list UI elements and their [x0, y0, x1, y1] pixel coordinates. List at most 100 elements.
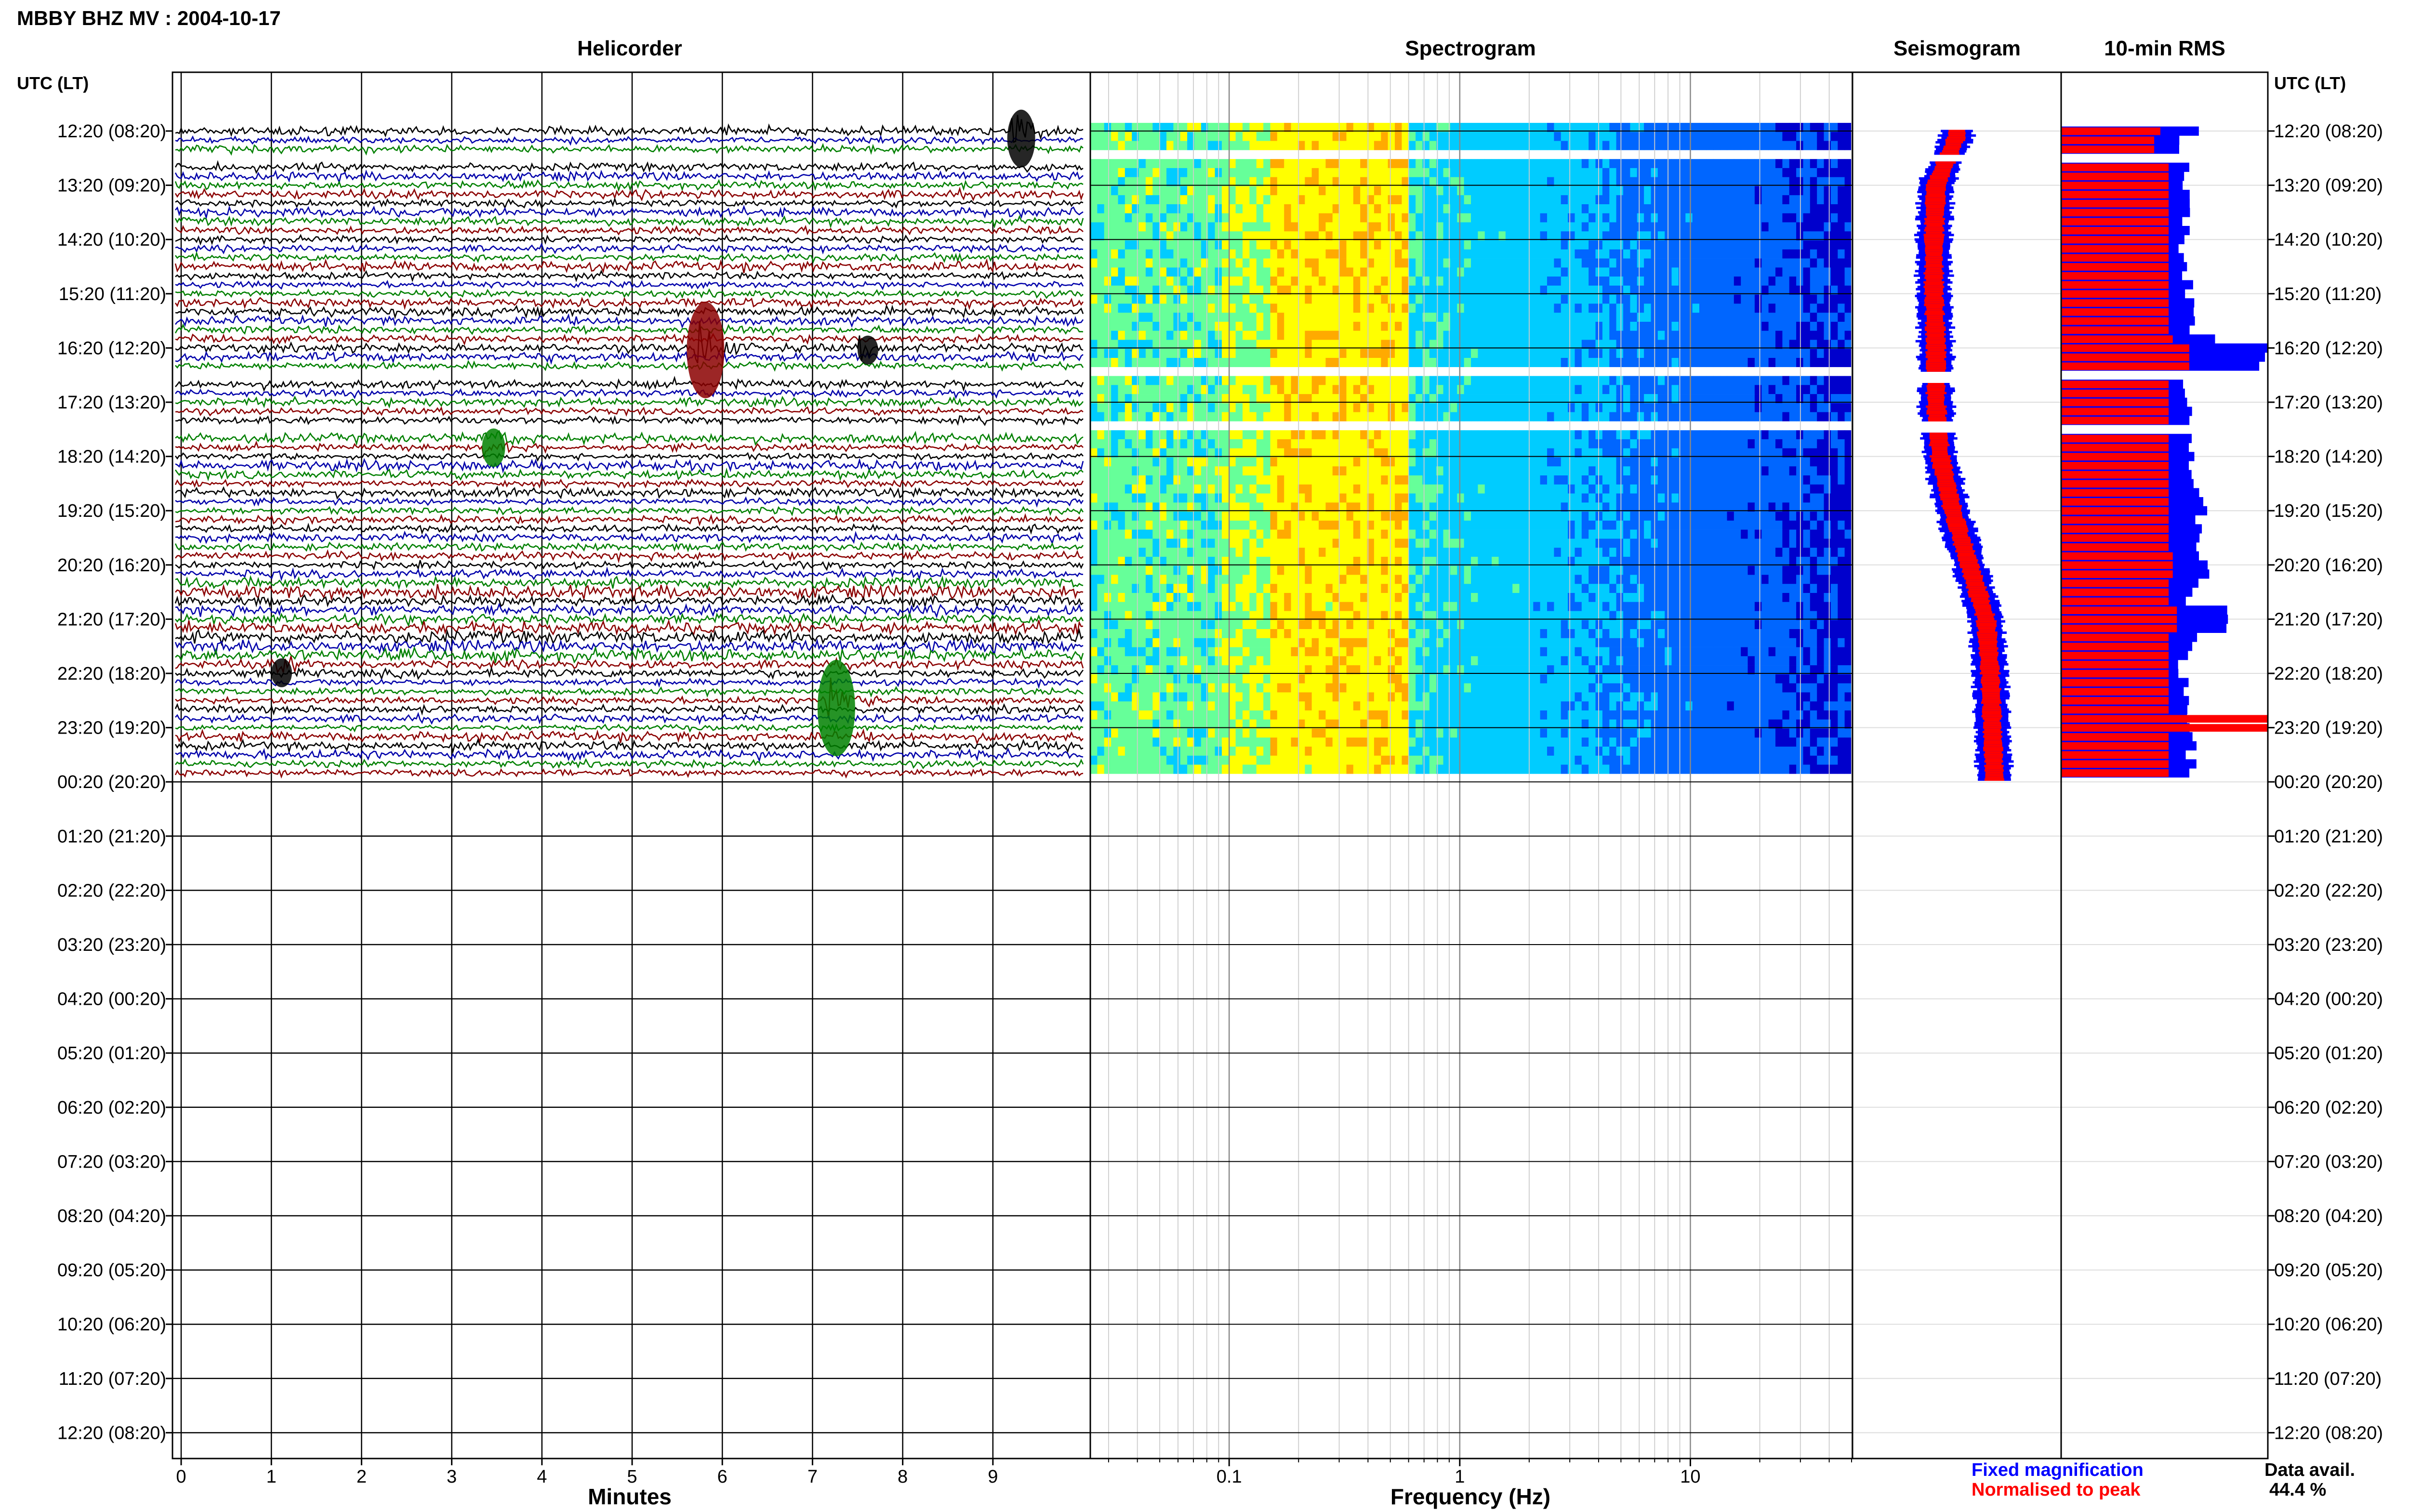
helicorder-tick-label: 6: [717, 1467, 728, 1487]
helicorder-trace: [175, 288, 1084, 299]
time-label-right: 01:20 (21:20): [2274, 827, 2383, 847]
data-avail-label: Data avail.: [2264, 1460, 2355, 1480]
time-label-left: 04:20 (00:20): [57, 989, 166, 1010]
helicorder-trace: [174, 323, 1084, 337]
helicorder-tick-label: 7: [807, 1467, 818, 1487]
helicorder-title: Helicorder: [577, 37, 682, 60]
legend-fixed: Fixed magnification: [1972, 1460, 2144, 1480]
helicorder-trace: [175, 350, 1084, 365]
helicorder-trace: [175, 332, 1084, 346]
time-label-right: 00:20 (20:20): [2274, 772, 2383, 792]
seismic-dashboard: MBBY BHZ MV : 2004-10-17 Helicorder Spec…: [0, 0, 2409, 1512]
time-label-left: 05:20 (01:20): [57, 1043, 166, 1064]
spectrogram-panel: [1090, 72, 1853, 1459]
helicorder-trace: [174, 313, 1084, 329]
time-label-right: 09:20 (05:20): [2274, 1261, 2383, 1281]
rms-normalised-bar: [2061, 751, 2169, 759]
seismic-event: [482, 428, 505, 467]
helicorder-trace: [174, 593, 1084, 609]
time-label-left: 00:20 (20:20): [57, 772, 166, 792]
rms-normalised-bar: [2061, 516, 2169, 524]
time-label-left: 21:20 (17:20): [57, 609, 166, 630]
rms-normalised-bar: [2061, 344, 2189, 352]
time-label-left: 10:20 (06:20): [57, 1315, 166, 1335]
time-label-left: 14:20 (10:20): [57, 230, 166, 250]
time-label-left: 16:20 (12:20): [57, 338, 166, 358]
time-label-right: 22:20 (18:20): [2274, 664, 2383, 684]
helicorder-trace: [175, 406, 1084, 417]
helicorder-trace: [174, 677, 1084, 689]
time-label-right: 08:20 (04:20): [2274, 1206, 2383, 1226]
rms-normalised-bar: [2061, 552, 2173, 560]
rms-normalised-bar: [2061, 191, 2169, 198]
helicorder-trace: [174, 638, 1084, 656]
rms-normalised-bar: [2061, 227, 2169, 235]
helicorder-x-axis: 0123456789: [176, 1459, 998, 1487]
rms-normalised-bar: [2061, 643, 2169, 651]
rms-normalised-bar: [2061, 335, 2173, 343]
helicorder-trace: [175, 513, 1084, 526]
rms-normalised-bar: [2061, 272, 2169, 280]
helicorder-trace: [174, 258, 1084, 274]
helicorder-trace: [174, 612, 1084, 628]
helicorder-trace: [175, 304, 1084, 319]
helicorder-trace: [175, 530, 1084, 545]
rms-normalised-bar: [2061, 254, 2169, 262]
helicorder-trace: [174, 703, 1084, 716]
helicorder-trace: [175, 747, 1084, 763]
helicorder-trace: [175, 242, 1084, 255]
rms-normalised-bar: [2061, 389, 2169, 397]
rms-normalised-bar: [2061, 136, 2155, 145]
rms-normalised-bar: [2061, 453, 2169, 460]
time-label-left: 13:20 (09:20): [57, 176, 166, 196]
rms-normalised-bar: [2061, 679, 2169, 687]
rms-normalised-bar: [2061, 326, 2169, 334]
rms-normalised-bar: [2061, 597, 2169, 605]
rms-normalised-bar: [2061, 561, 2173, 569]
helicorder-trace: [174, 224, 1084, 237]
helicorder-trace: [174, 768, 1084, 779]
rms-normalised-bar: [2061, 733, 2169, 741]
time-label-left: 20:20 (16:20): [57, 555, 166, 576]
rms-normalised-bar: [2061, 670, 2169, 678]
time-label-right: 23:20 (19:20): [2274, 718, 2383, 738]
rms-normalised-bar: [2061, 543, 2169, 551]
time-label-left: 12:20 (08:20): [57, 121, 166, 142]
rms-normalised-bar: [2061, 534, 2169, 542]
helicorder-trace: [175, 602, 1084, 619]
rms-normalised-bar: [2061, 624, 2177, 632]
seismogram-frame: [1852, 71, 2062, 1459]
time-label-left: 17:20 (13:20): [57, 393, 166, 413]
seismic-event: [1007, 109, 1035, 168]
time-label-right: 06:20 (02:20): [2274, 1098, 2383, 1118]
helicorder-trace: [174, 186, 1084, 202]
helicorder-trace: [175, 415, 1084, 426]
rms-normalised-bar: [2061, 245, 2169, 253]
helicorder-trace: [174, 251, 1084, 263]
rms-normalised-bar: [2061, 588, 2169, 596]
rms-normalised-bar: [2061, 199, 2169, 208]
time-axis-left: 12:20 (08:20) 13:20 (09:20) 14:20 (10:20) 1…: [57, 121, 172, 1443]
helicorder-trace: [175, 430, 1084, 446]
helicorder-trace: [174, 452, 1084, 462]
seismogram-title: Seismogram: [1893, 37, 2021, 60]
rms-normalised-bar: [2061, 498, 2169, 506]
helicorder-tick-label: 9: [988, 1467, 998, 1487]
left-axis-label: UTC (LT): [17, 73, 89, 93]
rms-normalised-bar: [2061, 182, 2169, 189]
rms-normalised-bar: [2061, 652, 2169, 659]
helicorder-trace: [175, 143, 1084, 156]
rms-normalised-bar: [2061, 317, 2169, 325]
rms-normalised-bar: [2061, 398, 2169, 407]
helicorder-trace: [175, 197, 1084, 210]
rms-normalised-bar: [2061, 236, 2169, 244]
helicorder-trace: [174, 758, 1084, 770]
time-label-right: 14:20 (10:20): [2274, 230, 2383, 250]
time-label-right: 12:20 (08:20): [2274, 121, 2383, 142]
time-label-right: 02:20 (22:20): [2274, 881, 2383, 901]
rms-normalised-bar: [2061, 209, 2169, 217]
time-label-left: 03:20 (23:20): [57, 935, 166, 955]
time-label-right: 12:20 (08:20): [2274, 1423, 2383, 1443]
helicorder-trace: [175, 458, 1084, 474]
rms-normalised-bar: [2061, 353, 2189, 361]
